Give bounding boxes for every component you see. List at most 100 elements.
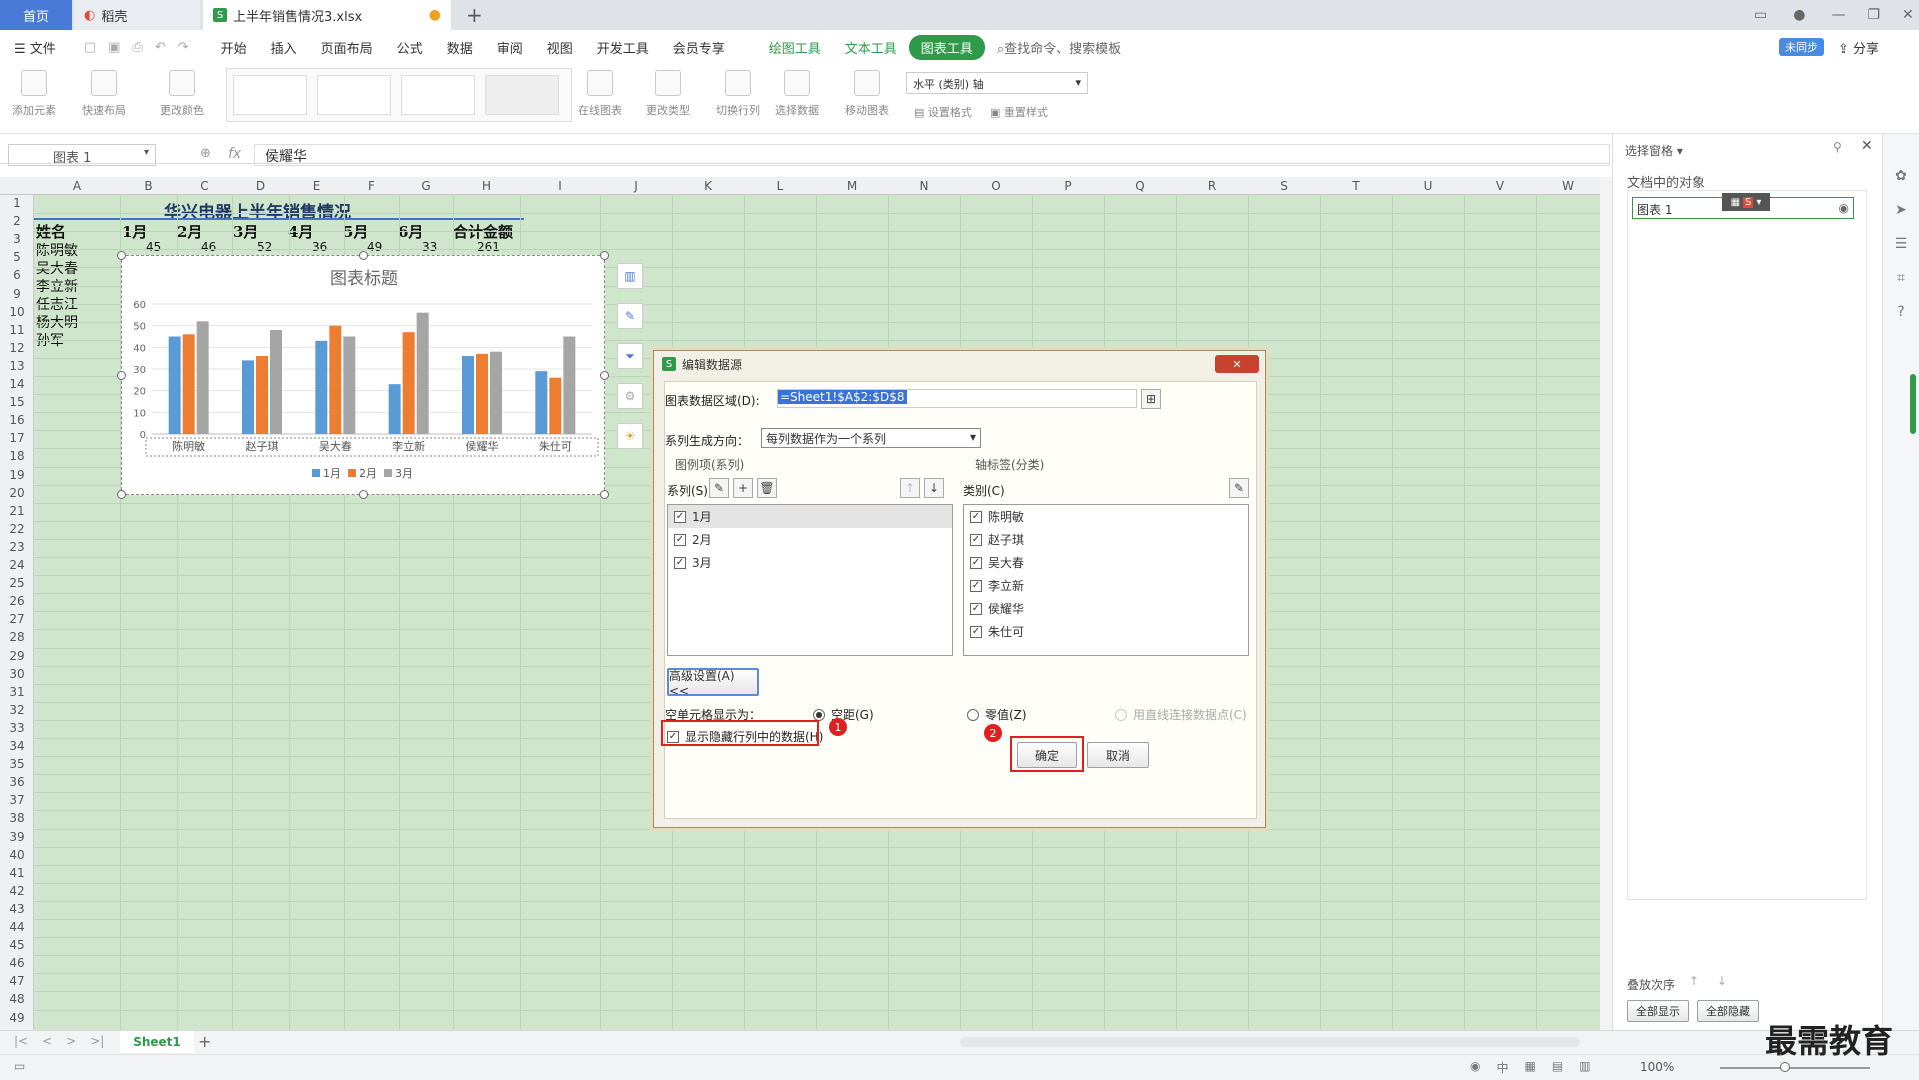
row-header-cell[interactable]: 21 — [0, 504, 34, 518]
radio-selected-icon[interactable] — [813, 708, 825, 721]
formula-input[interactable]: 侯耀华 — [254, 144, 1610, 166]
chart-style-brush-icon[interactable]: ✎ — [617, 303, 643, 329]
cloud-sync-icon[interactable]: 未同步 — [1778, 38, 1824, 56]
menu-text-tools[interactable]: 文本工具 — [833, 38, 909, 57]
properties-icon[interactable]: ☰ — [1895, 236, 1908, 252]
row-header-cell[interactable]: 29 — [0, 649, 34, 663]
row-header-cell[interactable]: 5 — [0, 250, 34, 264]
add-element-button[interactable]: 添加元素 — [12, 70, 56, 118]
column-header-cell[interactable]: L — [744, 179, 816, 193]
row-header-cell[interactable]: 49 — [0, 1011, 34, 1025]
new-icon[interactable]: ▢ — [84, 40, 96, 55]
print-icon[interactable]: ⎙ — [132, 40, 142, 55]
column-header-cell[interactable]: O — [960, 179, 1032, 193]
row-header-cell[interactable]: 37 — [0, 793, 34, 807]
column-header-cell[interactable]: U — [1392, 179, 1464, 193]
tab-spreadsheet[interactable]: S 上半年销售情况3.xlsx ● — [203, 0, 451, 30]
row-header-cell[interactable]: 16 — [0, 413, 34, 427]
table-cell[interactable]: 49 — [367, 240, 382, 254]
checkbox-checked-icon[interactable]: ✓ — [674, 510, 686, 523]
sheet-tab[interactable]: Sheet1 — [120, 1031, 194, 1053]
row-header-cell[interactable]: 17 — [0, 431, 34, 445]
option-zero[interactable]: 零值(Z) — [967, 706, 1027, 723]
table-cell[interactable]: 52 — [257, 240, 272, 254]
resize-handle[interactable] — [359, 490, 368, 499]
menu-home[interactable]: 开始 — [209, 38, 259, 57]
zoom-formula-icon[interactable]: ⊕ — [200, 146, 211, 161]
row-header-cell[interactable]: 28 — [0, 630, 34, 644]
command-search[interactable]: ⌕查找命令、搜索模板 — [985, 38, 1133, 57]
floating-toolbar[interactable]: ▦ S ▾ — [1722, 193, 1770, 211]
help-icon[interactable]: ? — [1897, 304, 1904, 320]
column-header-cell[interactable]: I — [520, 179, 600, 193]
zoom-slider[interactable] — [1720, 1067, 1870, 1069]
row-header-cell[interactable]: 35 — [0, 757, 34, 771]
chart-style-4[interactable] — [485, 75, 559, 115]
range-picker-icon[interactable]: ⊞ — [1141, 389, 1161, 409]
page-break-view-icon[interactable]: ▥ — [1579, 1059, 1590, 1076]
send-backward-icon[interactable]: ↓ — [1717, 974, 1727, 988]
row-header-cell[interactable]: 20 — [0, 486, 34, 500]
minimize-icon[interactable]: — — [1831, 7, 1845, 23]
option-connect-line[interactable]: 用直线连接数据点(C) — [1115, 706, 1247, 723]
checkbox-checked-icon[interactable]: ✓ — [970, 510, 982, 523]
advanced-settings-button[interactable]: 高级设置(A) << — [667, 668, 759, 698]
table-cell[interactable]: 261 — [477, 240, 500, 254]
pane-title[interactable]: 选择窗格 ▾ — [1625, 142, 1683, 159]
style-icon[interactable]: ✿ — [1895, 168, 1907, 184]
column-header-cell[interactable]: D — [232, 179, 289, 193]
checkbox-checked-icon[interactable]: ✓ — [970, 625, 982, 638]
menu-developer[interactable]: 开发工具 — [585, 38, 661, 57]
select-data-button[interactable]: 选择数据 — [775, 70, 819, 118]
move-down-icon[interactable]: ↓ — [924, 478, 944, 498]
set-format-button[interactable]: ▤ 设置格式 — [914, 104, 972, 120]
resize-handle[interactable] — [600, 371, 609, 380]
column-header-cell[interactable]: C — [177, 179, 232, 193]
list-item[interactable]: ✓ 1月 — [668, 505, 952, 528]
resize-handle[interactable] — [600, 251, 609, 260]
delete-series-icon[interactable]: 🗑 — [757, 478, 777, 498]
save-icon[interactable]: ▣ — [108, 40, 120, 55]
pane-scroll-indicator[interactable] — [1910, 374, 1916, 434]
row-header-cell[interactable]: 24 — [0, 558, 34, 572]
row-header-cell[interactable]: 31 — [0, 685, 34, 699]
row-header-cell[interactable]: 27 — [0, 612, 34, 626]
row-header-cell[interactable]: 18 — [0, 449, 34, 463]
row-header-cell[interactable]: 48 — [0, 992, 34, 1006]
row-header-cell[interactable]: 47 — [0, 974, 34, 988]
list-item[interactable]: ✓ 陈明敏 — [964, 505, 1248, 528]
row-header-cell[interactable]: 34 — [0, 739, 34, 753]
row-header-cell[interactable]: 12 — [0, 341, 34, 355]
list-item[interactable]: ✓ 朱仕可 — [964, 620, 1248, 643]
close-icon[interactable]: ✕ — [1902, 7, 1914, 23]
radio-icon[interactable] — [967, 708, 979, 721]
row-header-cell[interactable]: 23 — [0, 540, 34, 554]
menu-review[interactable]: 审阅 — [485, 38, 535, 57]
row-header-cell[interactable]: 42 — [0, 884, 34, 898]
row-header-cell[interactable]: 40 — [0, 848, 34, 862]
column-header-cell[interactable]: K — [672, 179, 744, 193]
row-header-cell[interactable]: 14 — [0, 377, 34, 391]
last-sheet-icon[interactable]: >| — [90, 1034, 104, 1048]
column-header-cell[interactable]: M — [816, 179, 888, 193]
menu-formula[interactable]: 公式 — [385, 38, 435, 57]
row-header-cell[interactable]: 36 — [0, 775, 34, 789]
menu-file[interactable]: ☰ 文件 — [0, 38, 68, 57]
restore-icon[interactable]: ❐ — [1867, 7, 1880, 23]
resize-handle[interactable] — [117, 371, 126, 380]
menu-chart-tools[interactable]: 图表工具 — [908, 34, 985, 60]
column-header-cell[interactable]: Q — [1104, 179, 1176, 193]
column-header-cell[interactable]: H — [453, 179, 520, 193]
menu-data[interactable]: 数据 — [435, 38, 485, 57]
row-header-cell[interactable]: 15 — [0, 395, 34, 409]
table-cell[interactable]: 33 — [422, 240, 437, 254]
quick-layout-button[interactable]: 快速布局 — [82, 70, 126, 118]
name-box[interactable]: 图表 1 ▾ — [8, 144, 156, 166]
chart-object[interactable]: 图表标题 0 10 20 30 40 50 60 陈明敏 赵子琪 吴大春 李立新 侯耀华 朱仕可 1月 2月 3… — [117, 251, 609, 499]
new-tab-button[interactable]: + — [456, 0, 493, 30]
show-all-button[interactable]: 全部显示 — [1627, 1000, 1689, 1022]
row-header-cell[interactable]: 1 — [0, 196, 34, 210]
undo-icon[interactable]: ↶ — [155, 40, 166, 55]
column-header-cell[interactable]: E — [289, 179, 344, 193]
fx-icon[interactable]: fx — [228, 146, 241, 162]
